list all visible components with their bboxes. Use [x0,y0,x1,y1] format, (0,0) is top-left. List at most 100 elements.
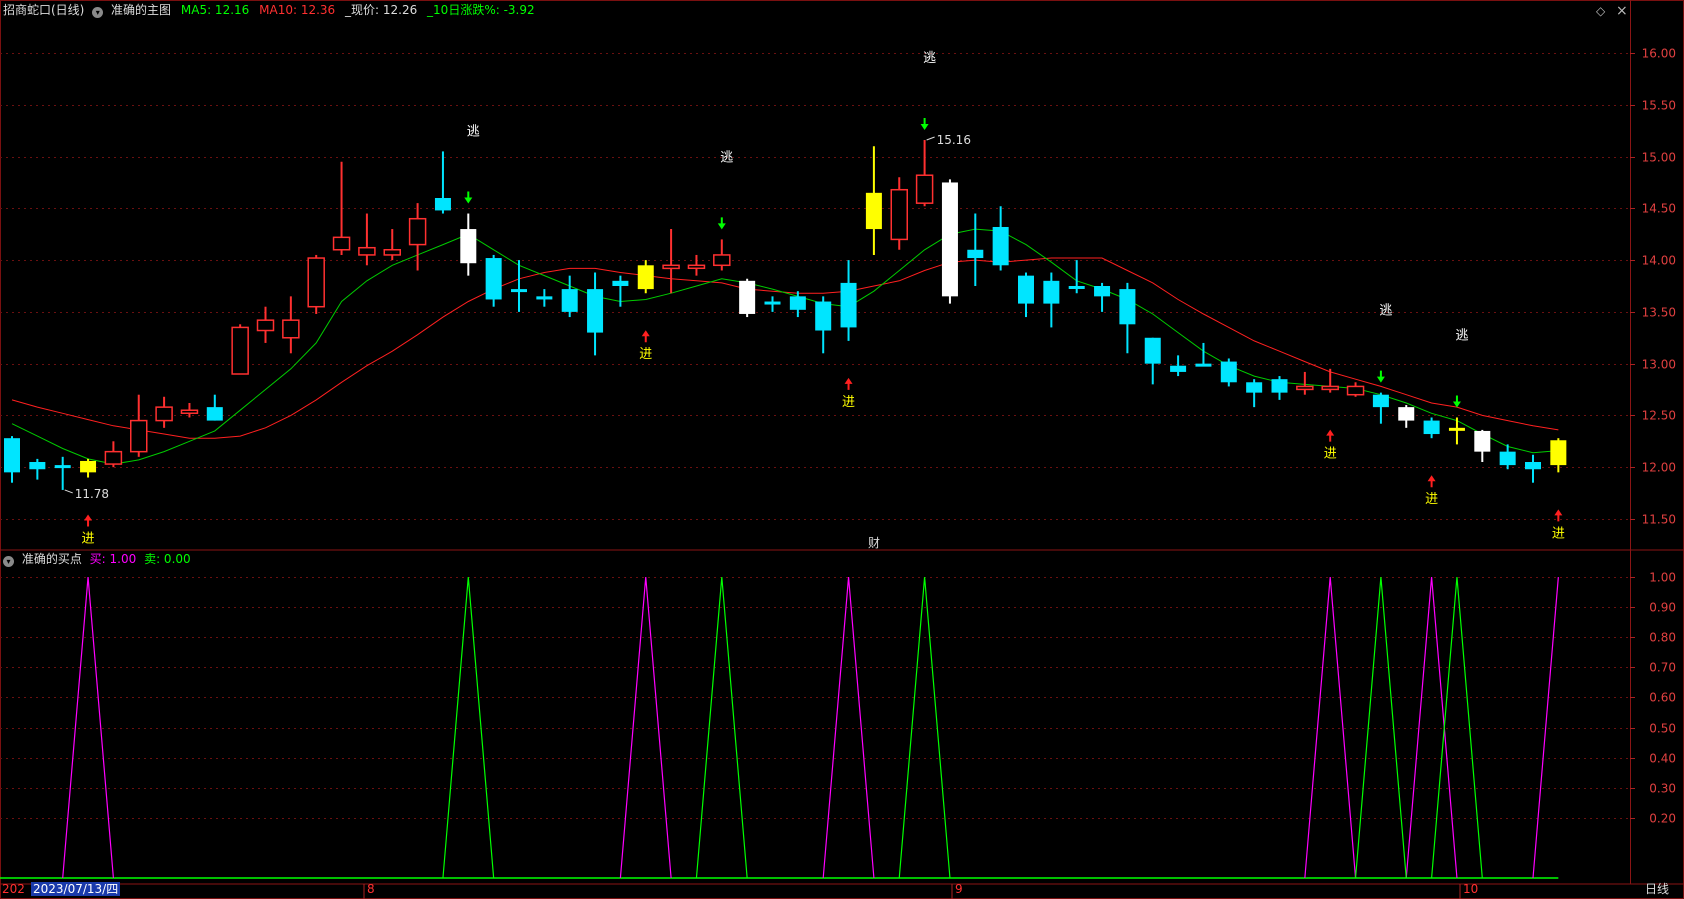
buy-label: 进 [842,395,855,410]
osc-buy-spike [822,576,875,879]
candlestick [687,254,706,276]
price-tick-label: 15.50 [1642,99,1676,113]
price-tick-label: 14.50 [1642,202,1676,216]
candlestick [967,213,984,286]
candle-body [130,419,148,453]
candle-body [840,282,857,328]
candlestick [130,394,148,457]
candlestick [434,151,451,214]
sell-label: 逃 [923,51,936,66]
candlestick [408,203,427,271]
osc-header: ▾ 准确的买点 买: 1.00 卖: 0.00 [3,551,191,567]
osc-buy-spike [62,576,114,879]
osc-tick-label: 0.30 [1649,782,1676,796]
stock-chart-canvas[interactable]: 16.00 15.50 15.00 14.50 14.00 13.50 13.00 12.50… [0,0,1684,899]
price-tick-label: 13.00 [1642,358,1676,372]
osc-sell-spike [695,576,748,879]
osc-sell-spike [898,576,951,879]
candlestick [739,278,756,318]
candle-body [155,406,173,422]
candle-body [408,217,427,246]
price-tick-label: 12.00 [1642,461,1676,475]
candlestick [1423,417,1440,439]
candle-body [1448,427,1465,431]
buy-label: 进 [82,532,95,547]
sell-label: 逃 [1379,304,1392,319]
candlestick [1018,272,1034,318]
candlestick [307,254,325,314]
candlestick [332,161,351,255]
candlestick [662,229,680,294]
candlestick [1448,417,1465,445]
sell-arrow-icon [1452,395,1461,408]
candle-body [434,198,451,211]
candlestick [561,275,578,318]
candle-body [687,264,706,270]
osc-tick-label: 0.50 [1649,722,1676,736]
candlestick [992,206,1009,271]
candlestick [460,213,477,276]
candle-body [536,296,553,300]
candlestick [54,456,71,490]
indicator-name[interactable]: 准确的主图 [111,3,171,17]
osc-buy-spike [1405,576,1458,879]
candlestick [637,260,654,294]
candlestick [1220,358,1237,387]
candle-body [890,188,908,241]
candle-body [789,296,806,310]
extreme-label: 15.16 [937,133,971,147]
candlestick [941,179,958,304]
candle-body [1018,275,1034,304]
candle-body [4,438,20,473]
stock-title[interactable]: 招商蛇口(日线) [3,3,84,17]
candle-body [662,264,680,270]
osc-tick-label: 0.80 [1649,631,1676,645]
close-icon[interactable]: × [1616,3,1628,19]
candlestick [1525,454,1541,483]
candle-body [967,249,984,259]
buy-label: 进 [1552,526,1565,541]
buy-arrow-icon [641,330,650,343]
x-axis-month-10: 10 [1463,882,1479,896]
buy-arrow-icon [1427,475,1436,488]
candlestick [1094,282,1111,312]
candle-body [1499,451,1516,466]
candle-body [587,289,604,333]
extreme-pointer [926,136,935,141]
candle-body [915,174,934,204]
candle-body [1094,286,1111,297]
period-label[interactable]: 日线 [1645,882,1669,896]
candlestick [764,296,781,312]
buy-label: 进 [1425,492,1438,507]
candlestick [536,289,553,307]
chevron-down-icon[interactable]: ▾ [3,556,14,567]
candle-body [1398,407,1415,421]
osc-sell-spike [442,576,495,879]
candlestick [358,213,376,266]
candle-body [54,465,71,469]
candle-body [485,258,502,300]
candlestick [206,394,223,421]
extreme-pointer [64,489,73,494]
candlestick [840,260,857,341]
candle-body [231,326,249,375]
candle-body [1474,430,1491,452]
osc-tick-label: 0.40 [1649,752,1676,766]
price-tick-label: 14.00 [1642,254,1676,268]
candle-body [1043,280,1060,304]
candlestick [1372,392,1389,424]
candle-body [1321,385,1339,391]
candle-body [561,289,578,312]
buy-value: 买: 1.00 [89,552,137,566]
diamond-icon[interactable]: ◇ [1596,3,1605,19]
buy-arrow-icon [84,514,93,527]
candle-body [815,301,832,331]
finance-marker[interactable]: 财 [868,536,880,550]
candle-body [460,229,477,264]
osc-indicator-name[interactable]: 准确的买点 [22,552,82,566]
candle-body [511,289,527,293]
candlestick [180,402,199,418]
candle-body [865,192,882,230]
x-axis-month-8: 8 [367,882,375,896]
chevron-down-icon[interactable]: ▾ [92,7,104,18]
